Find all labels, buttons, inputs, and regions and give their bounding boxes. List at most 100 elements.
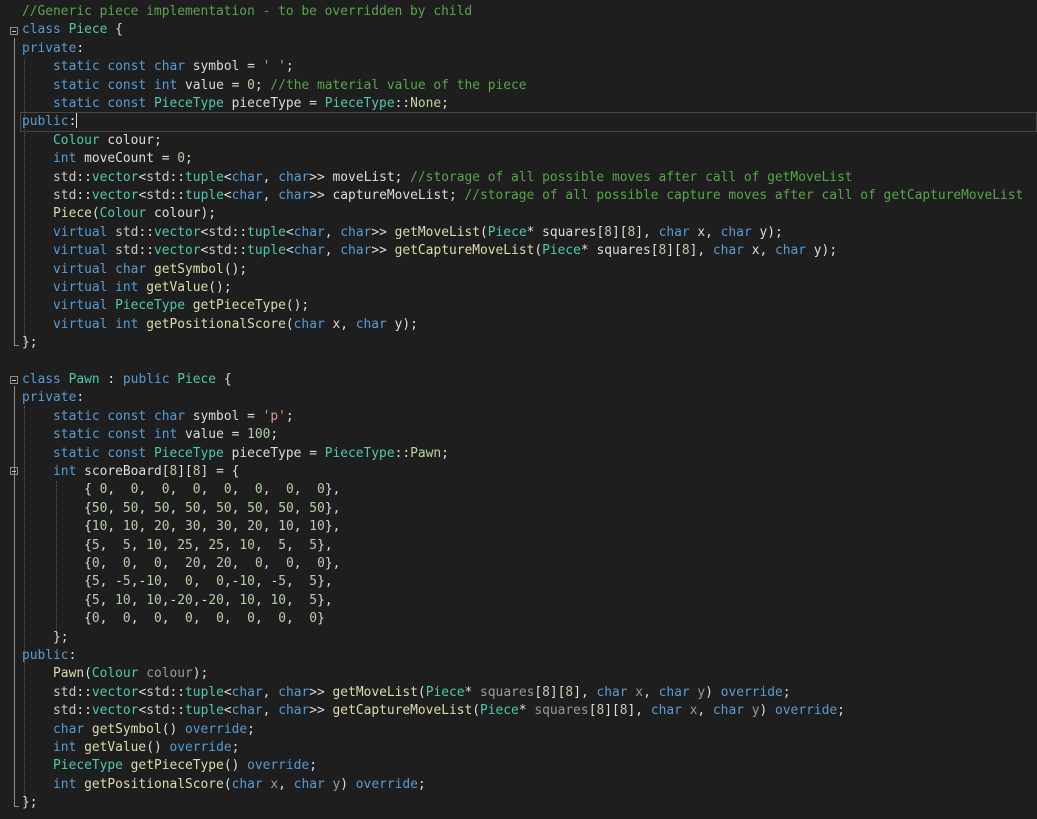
code-text: (); [285,298,310,314]
code-number: 50 [216,500,232,516]
code-line[interactable]: {50, 50, 50, 50, 50, 50, 50, 50}, [22,500,340,518]
code-namespace: std [53,188,77,203]
code-line[interactable]: static const PieceType pieceType = Piece… [22,445,449,463]
code-text: * squares[ [580,243,659,259]
code-text: { [22,537,92,553]
code-keyword: int [53,740,77,755]
code-line[interactable]: virtual std::vector<std::tuple<char, cha… [22,224,783,242]
code-text: , [254,592,271,608]
code-string: 'p' [262,408,286,424]
code-line[interactable]: {10, 10, 20, 30, 30, 20, 10, 10}, [22,518,340,536]
code-number: 5 [278,537,286,553]
code-line[interactable]: Piece(Colour colour); [22,205,216,223]
code-text: ; [837,703,845,719]
code-line[interactable]: }; [22,334,38,352]
code-line[interactable]: Pawn(Colour colour); [22,665,208,683]
code-text: symbol = [185,59,263,75]
code-text: scoreBoard[ [76,464,170,479]
code-line[interactable]: static const int value = 0; //the materi… [22,77,527,95]
code-line[interactable]: std::vector<std::tuple<char, char>> getC… [22,702,845,720]
code-number: 20 [177,592,193,608]
code-line[interactable]: virtual PieceType getPieceType(); [22,297,309,315]
code-line[interactable]: {5, -5,-10, 0, 0,-10, -5, 5}, [22,573,333,591]
code-text: :: [169,684,186,700]
code-number: 0 [247,611,255,627]
code-line[interactable]: Colour colour; [22,132,162,150]
code-line[interactable]: int getPositionalScore(char x, char y) o… [22,776,426,794]
code-line[interactable]: std::vector<std::tuple<char, char>> capt… [22,187,1023,205]
code-line[interactable]: virtual int getPositionalScore(char x, c… [22,316,418,334]
code-keyword: override [775,703,838,719]
code-line[interactable]: {5, 10, 10,-20,-20, 10, 10, 5}, [22,592,333,610]
code-line[interactable]: class Pawn : public Piece { [22,371,232,389]
code-line[interactable]: virtual std::vector<std::tuple<char, cha… [22,242,837,260]
code-line[interactable]: PieceType getPieceType() override; [22,757,317,775]
code-parameter: y [751,703,760,719]
code-line[interactable]: static const PieceType pieceType = Piece… [22,95,449,113]
outline-bar-piece [14,38,15,345]
collapse-icon[interactable] [10,376,18,384]
code-text: ][ [549,684,566,700]
code-line[interactable]: static const char symbol = ' '; [22,58,294,76]
code-type: Pawn [68,372,100,387]
code-line[interactable]: private: [22,40,84,58]
code-text: , [138,482,162,498]
collapse-icon[interactable] [10,467,18,475]
code-text: ], [689,243,713,259]
code-keyword: virtual [53,224,108,240]
code-number: 10 [278,519,294,535]
code-keyword: char [658,684,690,700]
code-line[interactable]: {0, 0, 0, 0, 0, 0, 0, 0} [22,610,325,628]
code-number: 10 [146,574,162,590]
code-line[interactable]: public: [22,647,76,665]
code-line[interactable]: std::vector<std::tuple<char, char>> move… [22,169,852,187]
code-comment: //the material value of the piece [270,77,527,93]
code-text: , [231,519,248,535]
code-text: , [278,776,294,792]
code-line[interactable]: char getSymbol() override; [22,721,255,739]
code-text: , [223,592,240,608]
code-keyword: int [53,464,77,479]
code-line[interactable]: public: [20,112,1037,132]
code-line[interactable]: virtual char getSymbol(); [22,261,247,279]
code-text: ], [627,703,651,719]
code-line[interactable]: }; [22,794,38,812]
code-line[interactable]: std::vector<std::tuple<char, char>> getM… [22,684,791,702]
code-text: : [76,40,85,56]
code-text: :: [76,703,92,719]
code-line[interactable]: {5, 5, 10, 25, 25, 10, 5, 5}, [22,537,333,555]
collapse-icon[interactable] [10,27,18,35]
code-line[interactable]: class Piece { [22,21,123,39]
code-line[interactable]: static const int value = 100; [22,426,278,444]
code-number: 0 [317,556,325,571]
code-line[interactable]: { 0, 0, 0, 0, 0, 0, 0, 0}, [22,481,340,499]
code-text: , [231,556,255,571]
code-line[interactable]: int scoreBoard[8][8] = { [22,463,239,481]
code-line[interactable]: virtual int getValue(); [22,279,232,297]
code-type: Piece [68,22,108,38]
code-line[interactable]: static const char symbol = 'p'; [22,408,294,426]
code-line[interactable]: int moveCount = 0; [22,150,193,168]
code-text: :: [231,243,248,259]
code-namespace: std [146,169,170,185]
code-text: , [223,537,240,553]
code-line[interactable]: }; [22,629,69,647]
code-text: ,- [161,592,178,608]
outline-bar-pawn [14,386,15,806]
code-line[interactable]: int getValue() override; [22,739,239,757]
code-line[interactable]: {0, 0, 0, 20, 20, 0, 0, 0}, [22,555,340,573]
code-keyword: char [712,243,744,259]
code-number: 50 [122,500,139,516]
code-keyword: char [650,703,682,719]
code-line[interactable]: //Generic piece implementation - to be o… [22,3,472,21]
code-line[interactable]: private: [22,389,84,407]
code-text: pieceType = [223,96,325,111]
code-editor[interactable]: //Generic piece implementation - to be o… [0,0,1037,819]
code-text: , [262,684,279,700]
